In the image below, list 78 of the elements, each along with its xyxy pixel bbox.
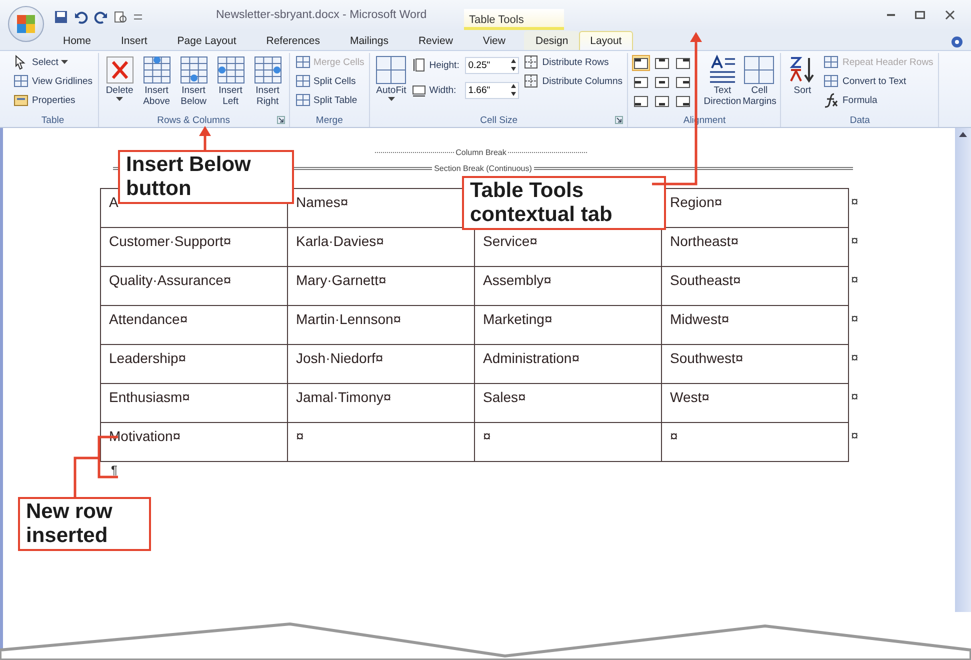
cell-text: ¤	[483, 428, 491, 444]
end-of-row-mark: ¤	[850, 271, 858, 287]
cell-text: West¤	[670, 389, 710, 405]
window-title: Newsletter-sbryant.docx - Microsoft Word	[215, 9, 428, 23]
cell-text: Enthusiasm¤	[109, 389, 190, 405]
context-tab-label: Table Tools	[464, 9, 564, 30]
cell-text: Assembly¤	[483, 272, 552, 288]
end-of-row-mark: ¤	[850, 310, 858, 326]
callout-label: Insert Below button	[118, 150, 294, 204]
cell-text: Quality·Assurance¤	[109, 272, 232, 288]
ribbon-tab[interactable]: Insert	[110, 31, 158, 50]
end-of-row-mark: ¤	[850, 349, 858, 365]
ribbon-button[interactable]: Sort	[785, 53, 820, 98]
ribbon-button[interactable]: Insert Right	[250, 53, 285, 109]
cell-text: Josh·Niedorf¤	[296, 350, 384, 366]
cell-text: Administration¤	[483, 350, 580, 366]
ribbon-tab[interactable]: Page Layout	[166, 31, 248, 50]
cell-text: Leadership¤	[109, 350, 186, 366]
ribbon-button[interactable]: Text Direction	[705, 53, 740, 109]
cell-text: Midwest¤	[670, 311, 730, 327]
cell-text: Martin·Lennson¤	[296, 311, 402, 327]
end-of-row-mark: ¤	[850, 388, 858, 404]
cell-text: Southeast¤	[670, 272, 741, 288]
callout-label: Table Tools contextual tab	[462, 176, 666, 230]
ribbon-tab[interactable]: References	[255, 31, 331, 50]
ribbon-button[interactable]: Split Table	[294, 91, 366, 109]
cell-text: Northeast¤	[670, 233, 738, 249]
ribbon-tab[interactable]: Design	[524, 31, 580, 50]
spin-field[interactable]: 1.66"	[465, 82, 520, 98]
group-label: Cell Size	[480, 114, 518, 126]
cell-text: A	[109, 194, 118, 210]
ribbon-tab[interactable]: Review	[407, 31, 464, 50]
end-of-row-mark: ¤	[850, 193, 858, 209]
field-label: Width:	[429, 84, 458, 96]
group-label: Merge	[316, 114, 343, 126]
cell-text: Southwest¤	[670, 350, 744, 366]
ribbon-button[interactable]: Insert Left	[214, 53, 248, 109]
group-label: Rows & Columns	[157, 114, 230, 126]
ribbon-button[interactable]: Insert Above	[140, 53, 174, 109]
cell-text: Mary·Garnett¤	[296, 272, 386, 288]
cell-text: Jamal·Timony¤	[296, 389, 392, 405]
callout-label: New row inserted	[18, 497, 151, 552]
cell-text: Service¤	[483, 233, 538, 249]
ribbon-button[interactable]: View Gridlines	[12, 72, 94, 90]
ribbon-button[interactable]: AutoFit	[374, 53, 408, 103]
ribbon-tab[interactable]: Home	[52, 31, 102, 50]
ribbon-tab[interactable]: View	[472, 31, 516, 50]
cell-text: Motivation¤	[109, 428, 181, 444]
paragraph-mark: ¶	[111, 463, 118, 477]
group-label: Data	[850, 114, 870, 126]
ribbon-button[interactable]: Distribute Columns	[522, 72, 624, 90]
cell-text: Karla·Davies¤	[296, 233, 384, 249]
cell-text: Region¤	[670, 194, 722, 210]
column-break-text: Column Break	[456, 148, 506, 156]
ribbon-button[interactable]: Convert to Text	[822, 72, 934, 90]
ribbon-button[interactable]: Formula	[822, 91, 934, 109]
ribbon-button[interactable]: Properties	[12, 91, 94, 109]
ribbon-button[interactable]: Distribute Rows	[522, 53, 624, 71]
ribbon-button[interactable]: Split Cells	[294, 72, 366, 90]
ribbon-tab[interactable]: Layout	[579, 31, 633, 50]
group-label: Table	[41, 114, 64, 126]
ribbon-button[interactable]: Select	[12, 53, 94, 71]
end-of-row-mark: ¤	[850, 232, 858, 248]
cell-text: Sales¤	[483, 389, 526, 405]
cell-text: Marketing¤	[483, 311, 552, 327]
spin-field[interactable]: 0.25"	[465, 56, 520, 74]
cell-text: Attendance¤	[109, 311, 188, 327]
cell-text: Customer·Support¤	[109, 233, 232, 249]
cell-text: ¤	[296, 428, 304, 444]
end-of-row-mark: ¤	[850, 427, 858, 443]
cell-text: Names¤	[296, 194, 348, 210]
field-label: Height:	[429, 60, 460, 70]
ribbon-button[interactable]: Insert Below	[176, 53, 211, 109]
cell-text: ¤	[670, 428, 678, 444]
section-break-text: Section Break (Continuous)	[434, 164, 532, 172]
ribbon-button[interactable]: Cell Margins	[742, 53, 776, 109]
ribbon-button[interactable]: Delete	[102, 53, 137, 103]
ribbon-tab[interactable]: Mailings	[338, 31, 400, 50]
